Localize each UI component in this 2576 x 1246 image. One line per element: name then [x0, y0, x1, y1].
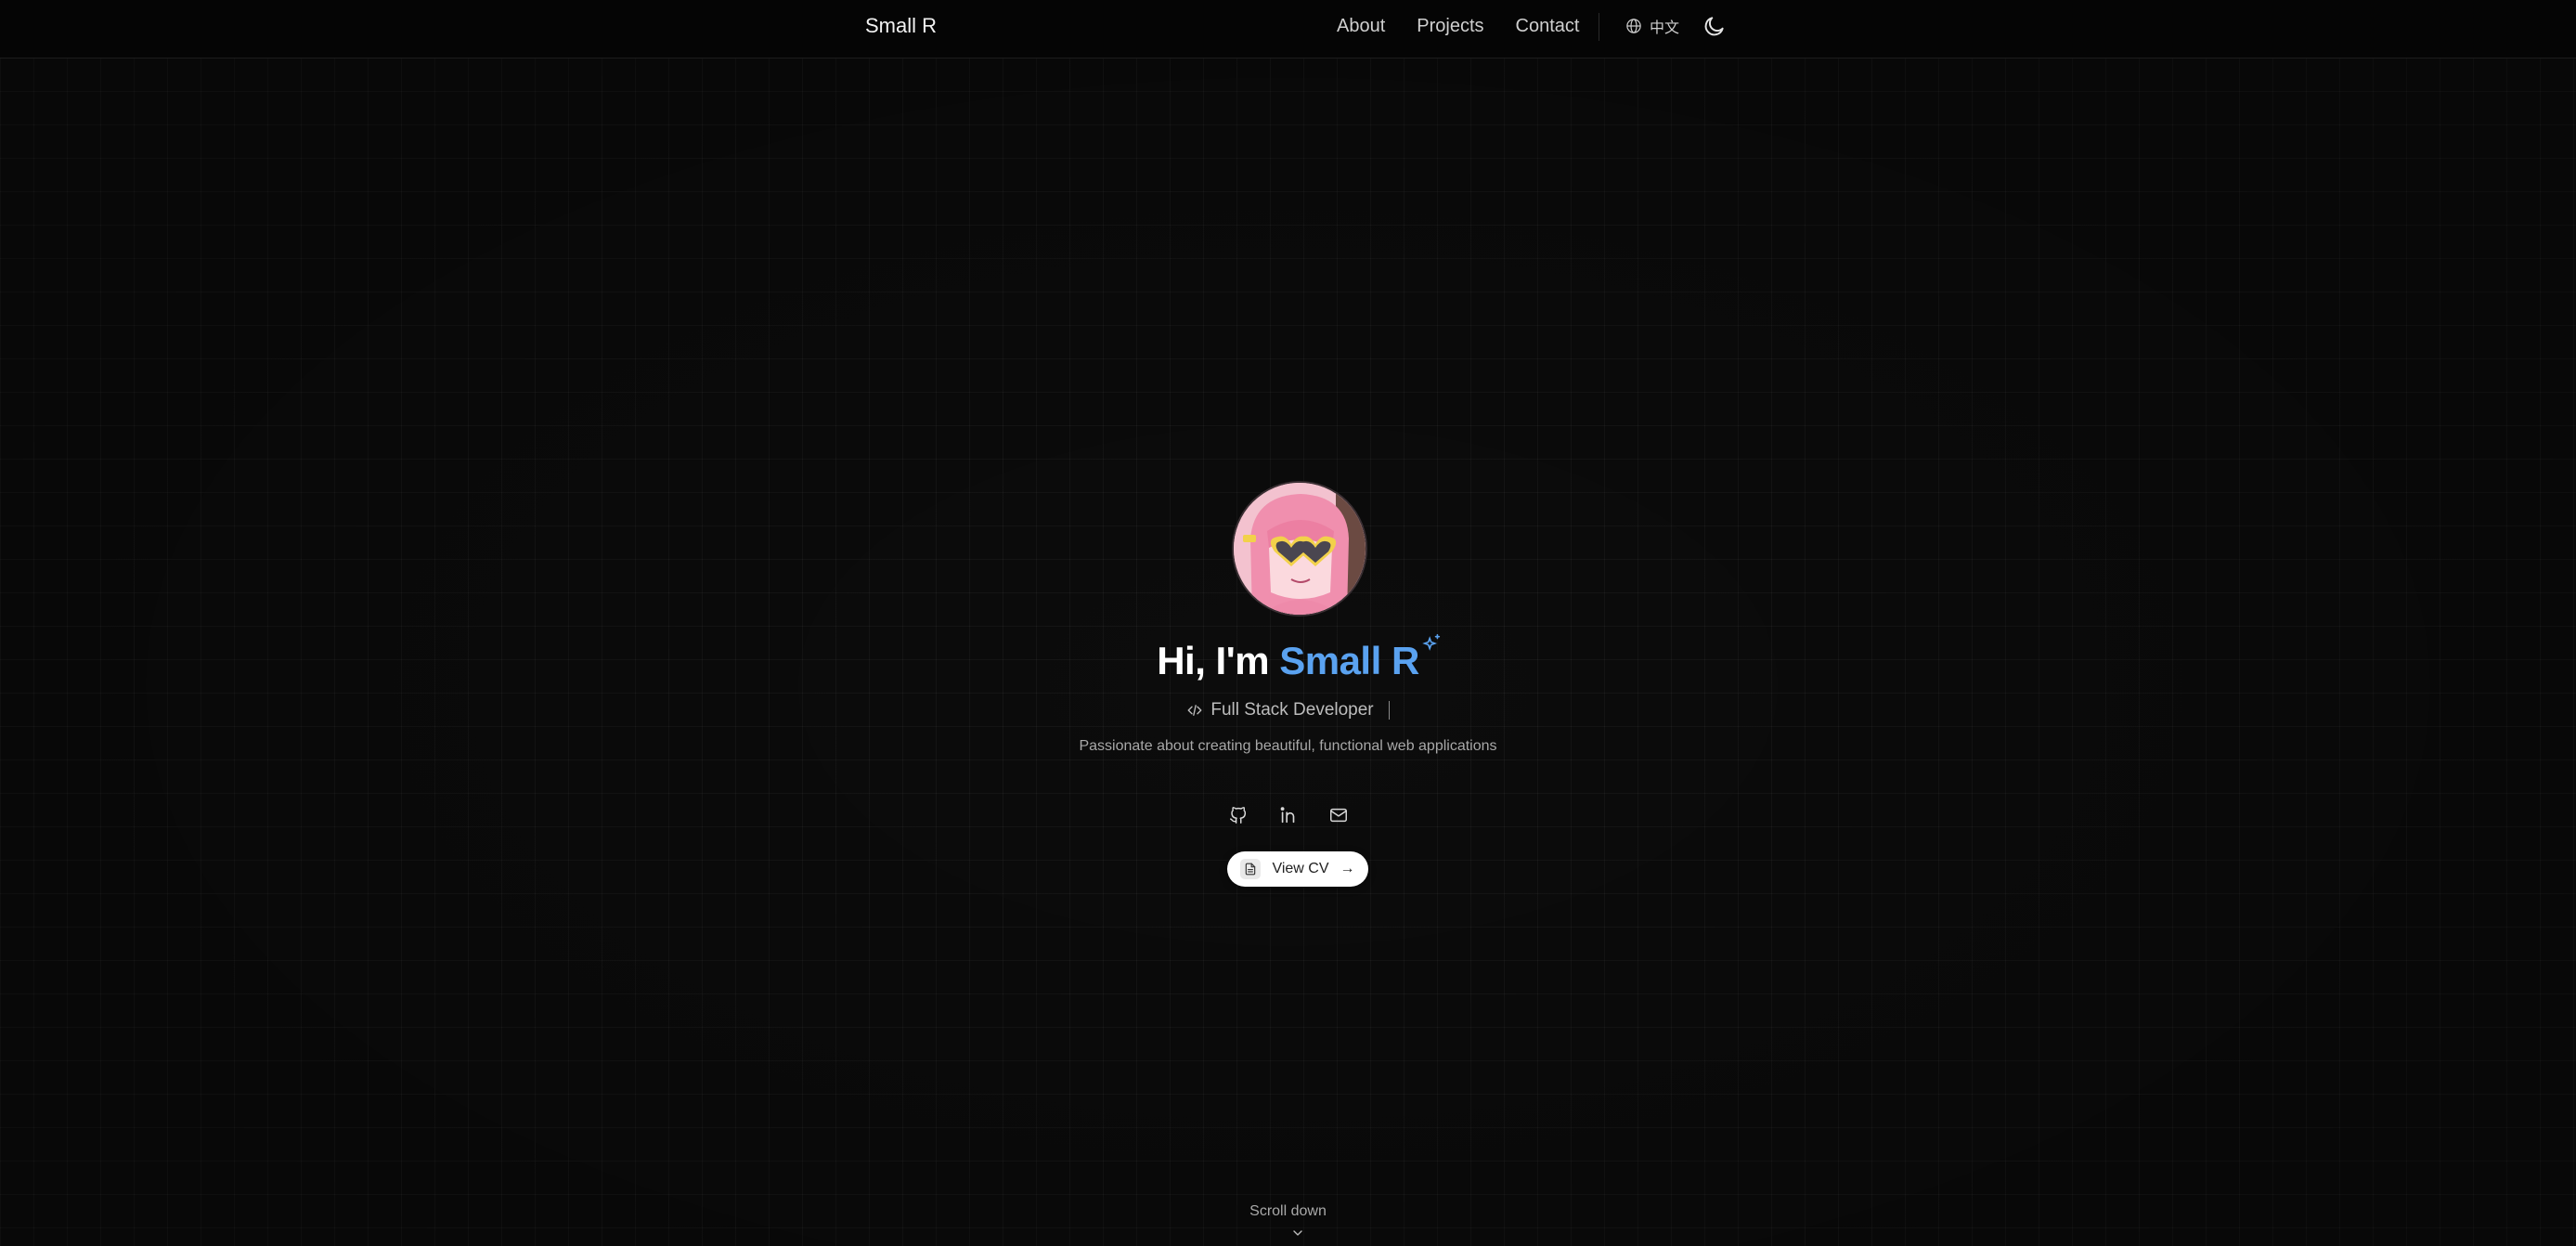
mail-icon — [1329, 808, 1347, 823]
nav-link-contact[interactable]: Contact — [1516, 16, 1580, 37]
brand-logo[interactable]: Small R — [865, 0, 937, 52]
navbar: Small R About Projects Contact 中文 — [0, 0, 2576, 58]
hero-greeting: Hi, I'm — [1157, 639, 1270, 682]
linkedin-link[interactable] — [1277, 804, 1300, 826]
linkedin-icon — [1280, 807, 1294, 824]
moon-icon[interactable] — [1702, 14, 1727, 38]
language-switch[interactable]: 中文 — [1625, 0, 1679, 52]
hero-headline: Hi, I'm Small R — [0, 639, 2576, 683]
role-text: Full Stack Developer — [1210, 700, 1374, 720]
view-cv-button[interactable]: View CV → — [1227, 851, 1368, 887]
chevron-down-icon[interactable] — [1288, 1226, 1307, 1240]
github-link[interactable] — [1227, 804, 1249, 826]
document-icon — [1240, 859, 1262, 879]
nav-links: About Projects Contact — [1337, 0, 1579, 52]
scroll-hint-label: Scroll down — [1249, 1203, 1327, 1219]
avatar — [1232, 481, 1367, 617]
globe-icon — [1626, 19, 1641, 33]
typing-cursor — [1388, 701, 1390, 720]
arrow-right-icon: → — [1340, 861, 1355, 876]
role-line: Full Stack Developer — [0, 700, 2576, 720]
background-vignette — [0, 0, 2576, 1246]
hero-tagline: Passionate about creating beautiful, fun… — [1079, 738, 1497, 754]
code-icon — [1187, 705, 1202, 716]
sparkle-icon — [1422, 634, 1441, 651]
social-links — [0, 804, 2576, 826]
view-cv-label: View CV — [1272, 861, 1329, 876]
nav-link-about[interactable]: About — [1337, 16, 1385, 37]
hero-name: Small R — [1279, 639, 1419, 682]
page: Small R About Projects Contact 中文 Hi, I'… — [0, 0, 2576, 1246]
avatar-illustration — [1234, 483, 1366, 615]
github-icon — [1229, 807, 1246, 824]
language-label: 中文 — [1650, 20, 1680, 36]
email-link[interactable] — [1327, 804, 1350, 826]
nav-link-projects[interactable]: Projects — [1417, 16, 1483, 37]
